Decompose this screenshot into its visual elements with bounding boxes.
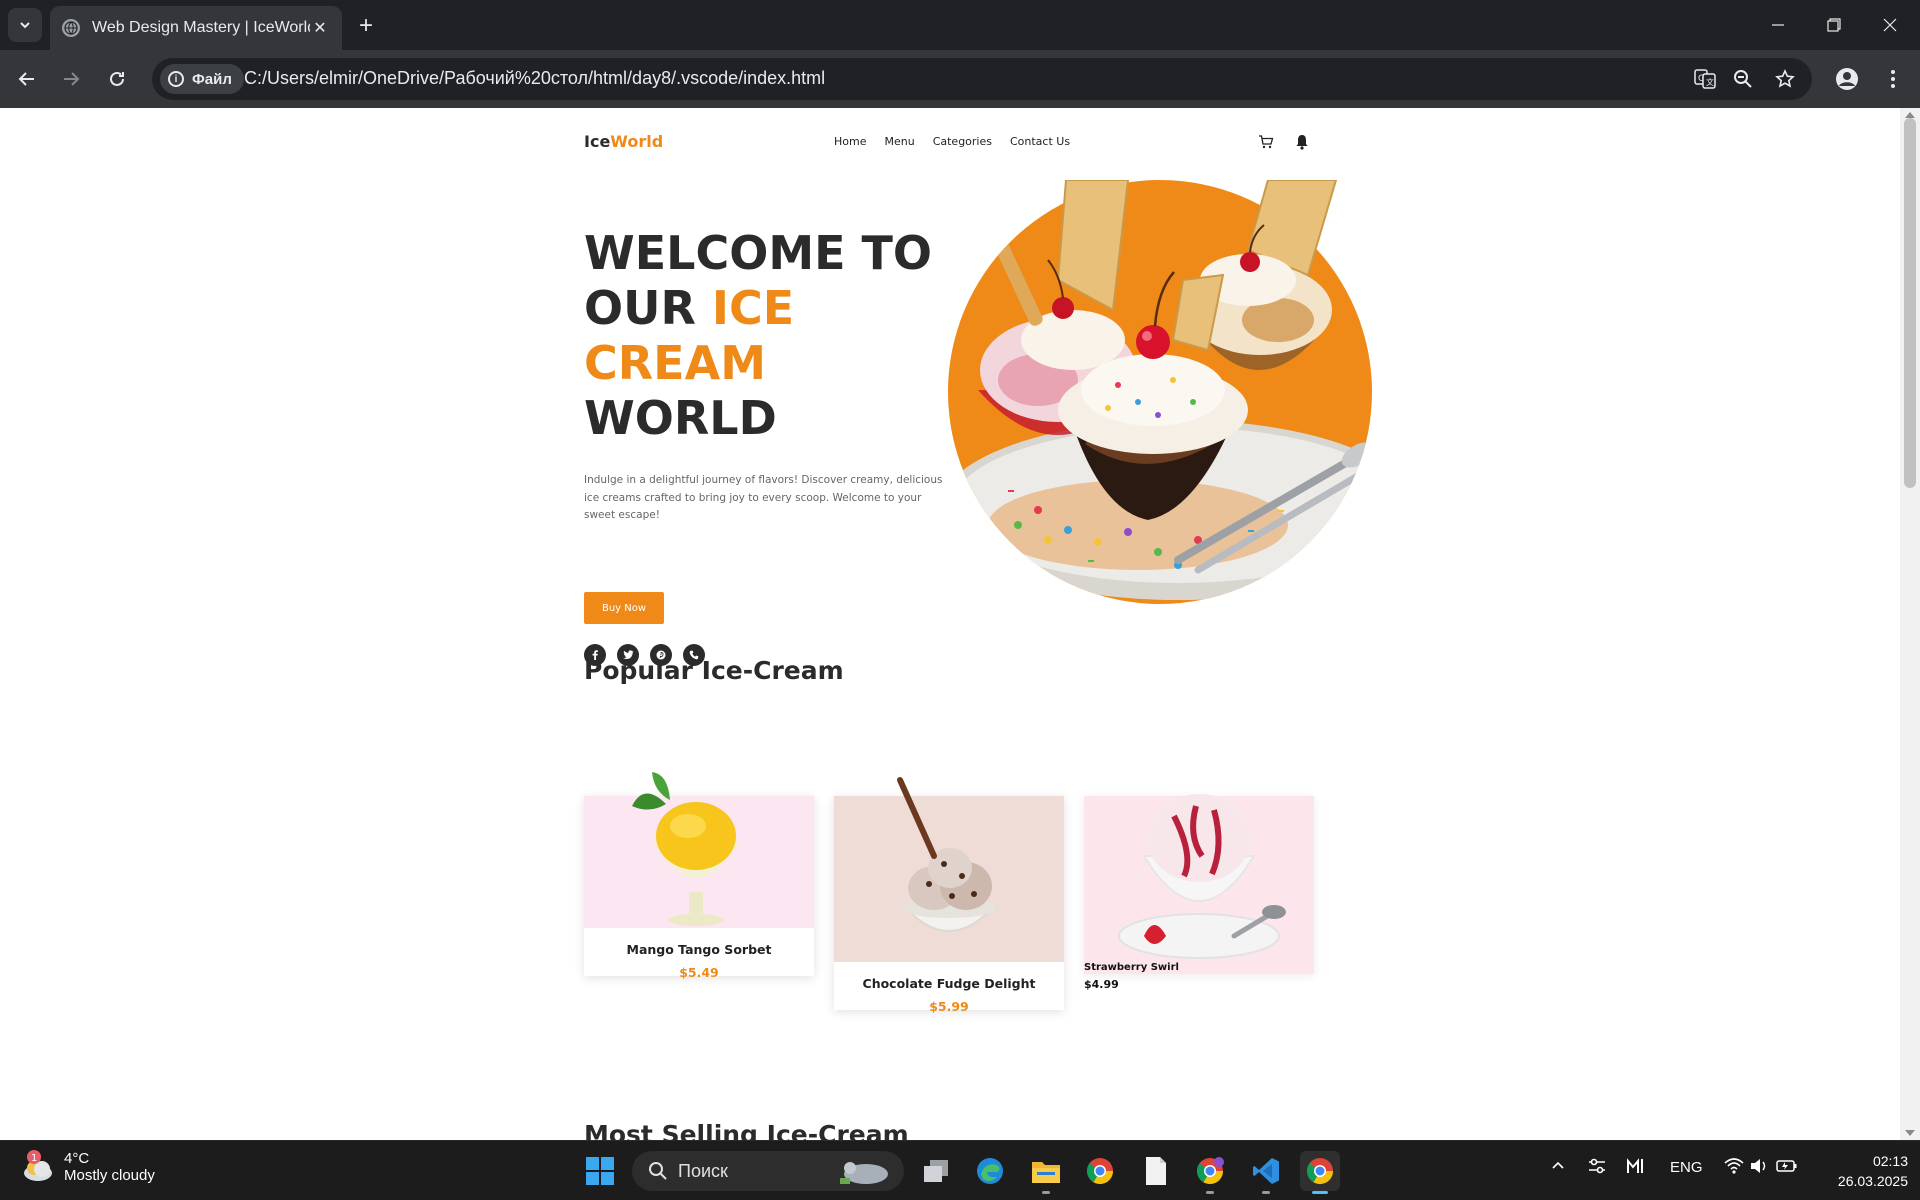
globe-icon <box>62 19 80 37</box>
product-card[interactable]: Chocolate Fudge Delight $5.99 <box>834 777 1064 1014</box>
address-bar[interactable]: i Файл C:/Users/elmir/OneDrive/Рабочий%2… <box>152 58 1812 100</box>
chrome-icon[interactable] <box>1080 1151 1120 1191</box>
nav-home[interactable]: Home <box>834 135 866 148</box>
site-info-chip[interactable]: i Файл <box>160 64 244 94</box>
active-indicator <box>1312 1191 1328 1194</box>
weather-badge: 1 <box>31 1153 37 1164</box>
clock-date: 26.03.2025 <box>1837 1173 1908 1189</box>
back-icon[interactable] <box>12 64 42 94</box>
forward-icon[interactable] <box>56 64 86 94</box>
svg-text:文: 文 <box>1706 77 1714 87</box>
site-logo[interactable]: IceWorld <box>584 132 663 151</box>
site-info-label: Файл <box>192 70 232 88</box>
product-price: $5.49 <box>679 965 719 980</box>
file-icon[interactable] <box>1136 1151 1176 1191</box>
app-tray-icon[interactable] <box>1626 1157 1646 1179</box>
hero-title-line3: WORLD <box>584 391 777 445</box>
system-clock[interactable]: 02:13 26.03.2025 <box>1810 1151 1908 1191</box>
search-placeholder: Поиск <box>678 1160 728 1181</box>
product-price: $5.99 <box>929 999 969 1014</box>
search-icon <box>649 1162 667 1180</box>
weather-temp: 4°C <box>64 1150 90 1167</box>
cart-icon[interactable] <box>1256 132 1276 152</box>
reload-icon[interactable] <box>102 64 132 94</box>
weather-condition: Mostly cloudy <box>64 1167 155 1184</box>
page-viewport: IceWorld Home Menu Categories Contact Us… <box>0 108 1900 1140</box>
product-name: Strawberry Swirl <box>1084 962 1179 973</box>
hero-ice-cream-image <box>948 180 1372 604</box>
settings-sliders-icon[interactable] <box>1588 1157 1606 1179</box>
hero-title-line1: WELCOME TO <box>584 226 933 280</box>
popular-section-title: Popular Ice-Cream <box>584 656 844 685</box>
chrome-active-icon[interactable] <box>1300 1151 1340 1194</box>
active-tab[interactable]: Web Design Mastery | IceWorld ✕ <box>50 6 342 50</box>
taskbar-search[interactable]: Поиск <box>632 1151 904 1191</box>
page-scrollbar[interactable] <box>1900 108 1920 1140</box>
tab-list-button[interactable] <box>8 8 42 42</box>
window-close-icon[interactable] <box>1870 10 1910 40</box>
hero-description: Indulge in a delightful journey of flavo… <box>584 474 943 521</box>
chrome-profile-icon[interactable] <box>1190 1151 1230 1194</box>
product-card[interactable] <box>1084 794 1314 974</box>
scroll-down-icon[interactable] <box>1905 1130 1915 1136</box>
tab-title: Web Design Mastery | IceWorld <box>92 19 310 36</box>
site-header: IceWorld Home Menu Categories Contact Us <box>584 132 1312 156</box>
translate-icon[interactable]: G文 <box>1692 66 1718 92</box>
browser-toolbar: i Файл C:/Users/elmir/OneDrive/Рабочий%2… <box>0 50 1920 108</box>
wifi-icon[interactable] <box>1724 1157 1744 1179</box>
windows-start-icon[interactable] <box>580 1151 620 1191</box>
browser-tab-strip: Web Design Mastery | IceWorld ✕ + <box>0 0 1920 50</box>
product-name: Mango Tango Sorbet <box>626 942 772 957</box>
running-indicator <box>1042 1191 1050 1194</box>
chocolate-fudge-image <box>834 777 1064 962</box>
close-icon[interactable]: ✕ <box>310 18 330 38</box>
most-selling-section-title: Most Selling Ice-Cream <box>584 1120 909 1140</box>
nav-menu[interactable]: Menu <box>884 135 914 148</box>
menu-dots-icon[interactable] <box>1878 64 1908 94</box>
running-indicator <box>1262 1191 1270 1194</box>
file-explorer-icon[interactable] <box>1026 1151 1066 1194</box>
scrollbar-thumb[interactable] <box>1904 118 1916 488</box>
info-icon: i <box>168 71 184 87</box>
plus-icon[interactable]: + <box>352 12 380 40</box>
volume-icon[interactable] <box>1750 1157 1770 1179</box>
battery-icon[interactable] <box>1776 1157 1798 1179</box>
restore-icon[interactable] <box>1814 10 1854 40</box>
nav-contact[interactable]: Contact Us <box>1010 135 1070 148</box>
zoom-icon[interactable] <box>1730 66 1756 92</box>
product-name: Chocolate Fudge Delight <box>862 976 1036 991</box>
clock-time: 02:13 <box>1872 1153 1908 1169</box>
mango-sorbet-image <box>584 772 814 928</box>
product-price: $4.99 <box>1084 978 1119 991</box>
hero-title: WELCOME TO OUR ICE CREAM WORLD <box>584 226 964 446</box>
minimize-icon[interactable] <box>1758 10 1798 40</box>
search-highlight-icon <box>840 1162 888 1184</box>
logo-part-world: World <box>610 132 664 151</box>
language-indicator[interactable]: ENG <box>1670 1159 1703 1176</box>
task-view-icon[interactable] <box>916 1151 956 1191</box>
windows-taskbar: 1 4°C Mostly cloudy Поиск ENG 02:13 26.0… <box>0 1140 1920 1200</box>
profile-icon[interactable] <box>1832 64 1862 94</box>
buy-now-button[interactable]: Buy Now <box>584 592 664 624</box>
vscode-icon[interactable] <box>1246 1151 1286 1194</box>
nav-categories[interactable]: Categories <box>933 135 992 148</box>
strawberry-swirl-image <box>1084 794 1314 974</box>
weather-widget[interactable]: 1 4°C Mostly cloudy <box>20 1149 155 1185</box>
edge-icon[interactable] <box>970 1151 1010 1191</box>
weather-cloud-icon: 1 <box>24 1150 52 1181</box>
site-nav: Home Menu Categories Contact Us <box>834 135 1070 148</box>
hero-title-line2a: OUR <box>584 281 712 335</box>
running-indicator <box>1206 1191 1214 1194</box>
logo-part-ice: Ice <box>584 132 611 151</box>
tab-list-icon <box>20 22 30 29</box>
chevron-up-icon[interactable] <box>1550 1157 1566 1177</box>
hero-text-block: WELCOME TO OUR ICE CREAM WORLD Indulge i… <box>584 226 964 666</box>
star-icon[interactable] <box>1772 66 1798 92</box>
url-text[interactable]: C:/Users/elmir/OneDrive/Рабочий%20стол/h… <box>244 68 825 89</box>
bell-icon[interactable] <box>1292 132 1312 152</box>
product-card[interactable]: Mango Tango Sorbet $5.49 <box>584 772 814 980</box>
